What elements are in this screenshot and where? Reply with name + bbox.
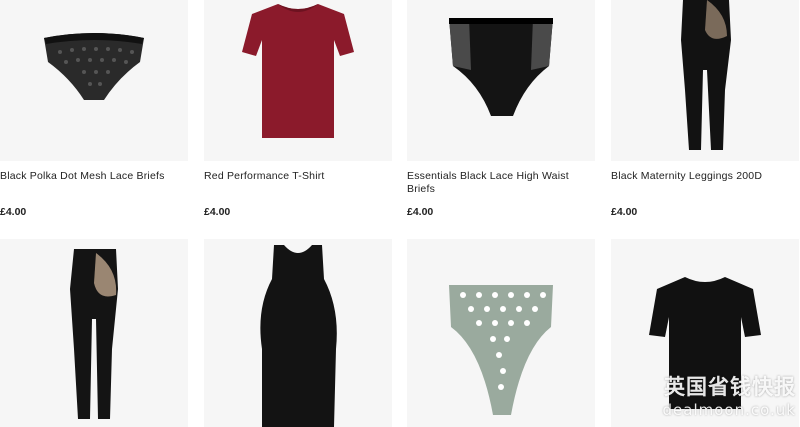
product-title[interactable]: Essentials Black Lace High Waist Briefs	[407, 170, 595, 198]
product-image[interactable]	[204, 0, 392, 161]
black-maternity-leggings-image	[681, 0, 731, 150]
product-card[interactable]: Black Polka Dot Mesh Lace Briefs £4.00	[0, 0, 188, 218]
product-price: £4.00	[0, 206, 27, 218]
product-image[interactable]	[407, 239, 595, 427]
product-price: £4.00	[611, 206, 638, 218]
black-high-waist-briefs-image	[449, 18, 553, 116]
product-card[interactable]	[407, 239, 595, 427]
black-maternity-tights-image	[70, 249, 118, 419]
watermark-text-cn: 英国省钱快报	[664, 375, 796, 399]
product-title[interactable]: Black Maternity Leggings 200D	[611, 170, 799, 198]
product-image[interactable]	[407, 0, 595, 161]
product-image[interactable]	[0, 0, 188, 161]
product-grid: Black Polka Dot Mesh Lace Briefs £4.00 R…	[0, 0, 800, 427]
product-card[interactable]	[204, 239, 392, 427]
product-price: £4.00	[407, 206, 434, 218]
watermark-text-en: dealmoon.co.uk	[662, 401, 796, 419]
product-title[interactable]: Red Performance T-Shirt	[204, 170, 392, 198]
product-image[interactable]	[0, 239, 188, 427]
sage-polka-dot-bikini-briefs-image	[449, 285, 553, 415]
product-price: £4.00	[204, 206, 231, 218]
black-maternity-dress-image	[260, 245, 337, 427]
black-lace-briefs-image	[44, 33, 144, 100]
product-card[interactable]: Essentials Black Lace High Waist Briefs …	[407, 0, 595, 218]
watermark-logo: 英国省钱快报 dealmoon.co.uk	[663, 371, 796, 419]
product-card[interactable]: Red Performance T-Shirt £4.00	[204, 0, 392, 218]
red-tshirt-image	[242, 4, 354, 138]
product-card[interactable]: Black Maternity Leggings 200D £4.00	[611, 0, 799, 218]
product-image[interactable]	[611, 0, 799, 161]
product-title[interactable]: Black Polka Dot Mesh Lace Briefs	[0, 170, 188, 198]
product-card[interactable]	[0, 239, 188, 427]
product-image[interactable]	[204, 239, 392, 427]
